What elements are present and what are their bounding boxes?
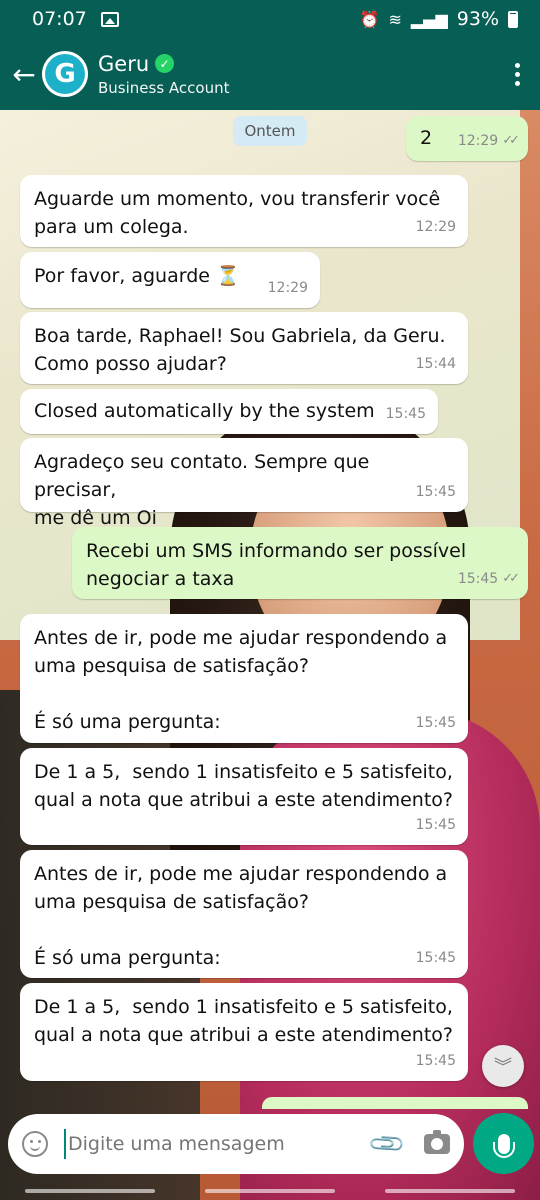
message-text: Agradeço seu contato. Sempre que precisa… <box>34 451 370 529</box>
nav-back[interactable] <box>385 1189 515 1193</box>
message-bubble-incoming[interactable]: Closed automatically by the system 15:45 <box>20 389 438 434</box>
paperclip-icon[interactable]: 📎 <box>367 1124 408 1165</box>
message-bubble-incoming[interactable]: De 1 a 5, sendo 1 insatisfeito e 5 satis… <box>20 748 468 845</box>
message-text: Antes de ir, pode me ajudar respondendo … <box>34 627 448 733</box>
contact-name: Geru <box>98 51 150 76</box>
camera-icon[interactable] <box>424 1130 450 1154</box>
message-text: Aguarde um momento, vou transferir você … <box>34 188 441 238</box>
double-check-icon: ✓✓ <box>502 571 520 586</box>
microphone-button[interactable] <box>473 1113 534 1174</box>
text-cursor <box>64 1129 66 1159</box>
message-text: Boa tarde, Raphael! Sou Gabriela, da Ger… <box>34 325 446 375</box>
date-chip: Ontem <box>233 116 307 146</box>
microphone-icon <box>492 1133 515 1158</box>
alarm-icon: ⏰ <box>359 9 380 29</box>
status-icons: ⏰ ≋ ▂▄▆ 93% <box>360 8 518 30</box>
emoji-icon[interactable] <box>22 1131 48 1157</box>
message-text: De 1 a 5, sendo 1 insatisfeito e 5 satis… <box>34 761 453 811</box>
contact-name-row: Geru ✓ <box>98 52 229 76</box>
message-bubble-outgoing-partial[interactable] <box>262 1097 528 1109</box>
nav-recents[interactable] <box>25 1189 155 1193</box>
message-bubble-incoming[interactable]: Agradeço seu contato. Sempre que precisa… <box>20 438 468 529</box>
message-bubble-incoming[interactable]: Boa tarde, Raphael! Sou Gabriela, da Ger… <box>20 312 468 384</box>
message-time: 15:44 <box>415 356 456 372</box>
message-time: 12:29 <box>267 280 308 296</box>
message-bubble-incoming[interactable]: Aguarde um momento, vou transferir você … <box>20 175 468 247</box>
battery-percent: 93% <box>456 8 499 30</box>
message-time: 12:29 <box>457 133 499 149</box>
message-bubble-outgoing[interactable]: Recebi um SMS informando ser possível ne… <box>72 527 528 599</box>
message-text: Closed automatically by the system <box>34 400 375 422</box>
message-time: 15:45 <box>457 571 499 587</box>
status-bar: 07:07 ⏰ ≋ ▂▄▆ 93% <box>0 0 540 38</box>
message-text: Antes de ir, pode me ajudar respondendo … <box>34 863 448 969</box>
chat-header: ← G Geru ✓ Business Account <box>0 38 540 110</box>
message-bubble-incoming[interactable]: Antes de ir, pode me ajudar respondendo … <box>20 614 468 743</box>
system-nav-bar <box>0 1182 540 1200</box>
double-check-icon: ✓✓ <box>502 133 520 148</box>
message-bubble-incoming[interactable]: De 1 a 5, sendo 1 insatisfeito e 5 satis… <box>20 983 468 1081</box>
message-time: 15:45 <box>415 1053 456 1069</box>
more-vert-icon[interactable] <box>515 62 520 86</box>
message-bubble-outgoing[interactable]: 2 12:29 ✓✓ <box>406 116 528 161</box>
battery-icon <box>508 10 518 28</box>
message-time: 12:29 <box>415 219 456 235</box>
arrow-left-icon[interactable]: ← <box>6 56 42 92</box>
status-time: 07:07 <box>32 8 87 30</box>
message-bubble-incoming[interactable]: Antes de ir, pode me ajudar respondendo … <box>20 850 468 978</box>
message-time: 15:45 <box>415 484 456 500</box>
contact-subtitle: Business Account <box>98 78 230 97</box>
message-input[interactable] <box>68 1133 373 1155</box>
message-time: 15:45 <box>415 715 456 731</box>
message-text: Por favor, aguarde ⏳ <box>34 265 240 287</box>
gallery-notification-icon <box>100 11 119 27</box>
message-time: 15:45 <box>415 950 456 966</box>
avatar-letter: G <box>45 54 85 94</box>
verified-check-icon: ✓ <box>155 54 175 73</box>
contact-info[interactable]: Geru ✓ Business Account <box>98 52 229 97</box>
signal-icon: ▂▄▆ <box>410 9 448 29</box>
message-text: De 1 a 5, sendo 1 insatisfeito e 5 satis… <box>34 996 453 1046</box>
nav-home[interactable] <box>205 1189 335 1193</box>
message-bubble-incoming[interactable]: Por favor, aguarde ⏳ 12:29 <box>20 252 320 308</box>
message-text: Recebi um SMS informando ser possível ne… <box>86 540 467 590</box>
scroll-down-icon[interactable]: ︾ <box>482 1045 524 1087</box>
message-time: 15:45 <box>415 817 456 833</box>
avatar[interactable]: G <box>42 51 88 97</box>
message-time: 15:45 <box>385 406 426 422</box>
message-composer: 📎 <box>8 1114 464 1174</box>
wifi-icon: ≋ <box>388 9 402 29</box>
